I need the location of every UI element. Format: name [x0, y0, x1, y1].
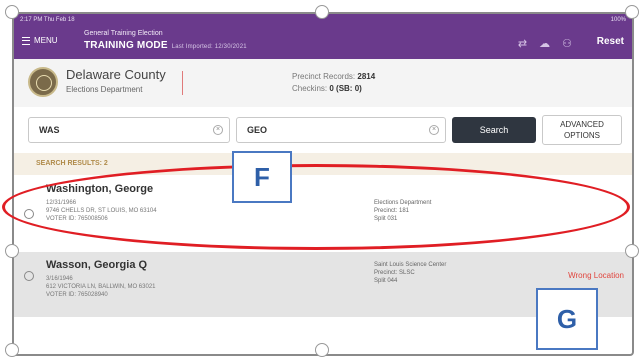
- status-time: 2:17 PM Thu Feb 18: [20, 17, 75, 23]
- search-bar: WAS × GEO × Search ADVANCED OPTIONS: [14, 107, 632, 153]
- select-radio[interactable]: [24, 209, 34, 219]
- clear-icon[interactable]: ×: [213, 125, 223, 135]
- polling-location: Elections Department Precinct: 181 Split…: [374, 199, 431, 223]
- crop-handle[interactable]: [5, 343, 19, 357]
- sync-icon[interactable]: ⇄: [518, 37, 527, 50]
- crop-handle[interactable]: [315, 343, 329, 357]
- hamburger-icon: [22, 36, 30, 45]
- county-header: Delaware County Elections Department Pre…: [14, 59, 632, 108]
- last-name-value: WAS: [39, 125, 60, 135]
- voter-id: VOTER ID: 765028940: [46, 292, 108, 298]
- mode-label: TRAINING MODE: [84, 40, 168, 51]
- app-header: MENU General Training Election TRAINING …: [14, 26, 632, 59]
- divider: [182, 71, 183, 95]
- search-results-header: SEARCH RESULTS: 2: [14, 153, 632, 175]
- precinct: Precinct: SLSC: [374, 270, 415, 276]
- mode-indicator: TRAINING MODE Last Imported: 12/30/2021: [84, 40, 247, 51]
- crop-handle[interactable]: [5, 244, 19, 258]
- voter-id: VOTER ID: 765008506: [46, 216, 108, 222]
- split: Split 031: [374, 216, 398, 222]
- voter-dob: 3/16/1946: [46, 276, 73, 282]
- reset-button[interactable]: Reset: [597, 36, 624, 47]
- checkins-label: Checkins:: [292, 84, 328, 93]
- location-name: Saint Louis Science Center: [374, 262, 447, 268]
- polling-location: Saint Louis Science Center Precinct: SLS…: [374, 261, 446, 285]
- advanced-label-line2: OPTIONS: [563, 131, 600, 140]
- menu-label: MENU: [34, 36, 58, 45]
- record-stats: Precinct Records: 2814 Checkins: 0 (SB: …: [292, 71, 375, 95]
- users-icon[interactable]: ⚇: [562, 37, 572, 50]
- clear-icon[interactable]: ×: [429, 125, 439, 135]
- select-radio[interactable]: [24, 271, 34, 281]
- last-name-input[interactable]: WAS ×: [28, 117, 230, 143]
- precinct: Precinct: 181: [374, 208, 410, 214]
- checkins-value: 0 (SB: 0): [329, 84, 362, 93]
- precinct-records-value: 2814: [357, 72, 376, 81]
- precinct-records-label: Precinct Records:: [292, 72, 356, 81]
- callout-label-f: F: [232, 151, 292, 203]
- department-name: Elections Department: [66, 85, 143, 94]
- county-name: Delaware County: [66, 67, 166, 82]
- voter-row[interactable]: Washington, George 12/31/1966 9746 CHELL…: [14, 175, 632, 253]
- voter-address: 9746 CHELLS DR, ST LOUIS, MO 63104: [46, 208, 157, 214]
- battery-indicator: 100%: [610, 17, 626, 23]
- crop-handle[interactable]: [625, 5, 639, 19]
- split: Split 044: [374, 278, 398, 284]
- advanced-options-button[interactable]: ADVANCED OPTIONS: [542, 115, 622, 145]
- wrong-location-badge: Wrong Location: [568, 271, 624, 280]
- callout-label-g: G: [536, 288, 598, 350]
- voter-name: Washington, George: [46, 183, 154, 195]
- voter-address: 612 VICTORIA LN, BALLWIN, MO 63021: [46, 284, 156, 290]
- first-name-value: GEO: [247, 125, 268, 135]
- county-seal-logo: [28, 67, 58, 97]
- voter-details: 3/16/1946 612 VICTORIA LN, BALLWIN, MO 6…: [46, 275, 156, 299]
- cloud-icon[interactable]: ☁: [539, 37, 550, 50]
- crop-handle[interactable]: [625, 244, 639, 258]
- location-name: Elections Department: [374, 200, 432, 206]
- last-imported: Last Imported: 12/30/2021: [171, 44, 247, 50]
- voter-details: 12/31/1966 9746 CHELLS DR, ST LOUIS, MO …: [46, 199, 157, 223]
- voter-dob: 12/31/1966: [46, 200, 77, 206]
- crop-handle[interactable]: [315, 5, 329, 19]
- first-name-input[interactable]: GEO ×: [236, 117, 446, 143]
- advanced-label-line1: ADVANCED: [560, 120, 604, 129]
- search-button[interactable]: Search: [452, 117, 536, 143]
- voter-name: Wasson, Georgia Q: [46, 259, 148, 271]
- toolbar-icons: ⇄ ☁ ⚇: [518, 37, 572, 50]
- menu-button[interactable]: MENU: [22, 36, 58, 45]
- election-name: General Training Election: [84, 30, 163, 37]
- crop-handle[interactable]: [5, 5, 19, 19]
